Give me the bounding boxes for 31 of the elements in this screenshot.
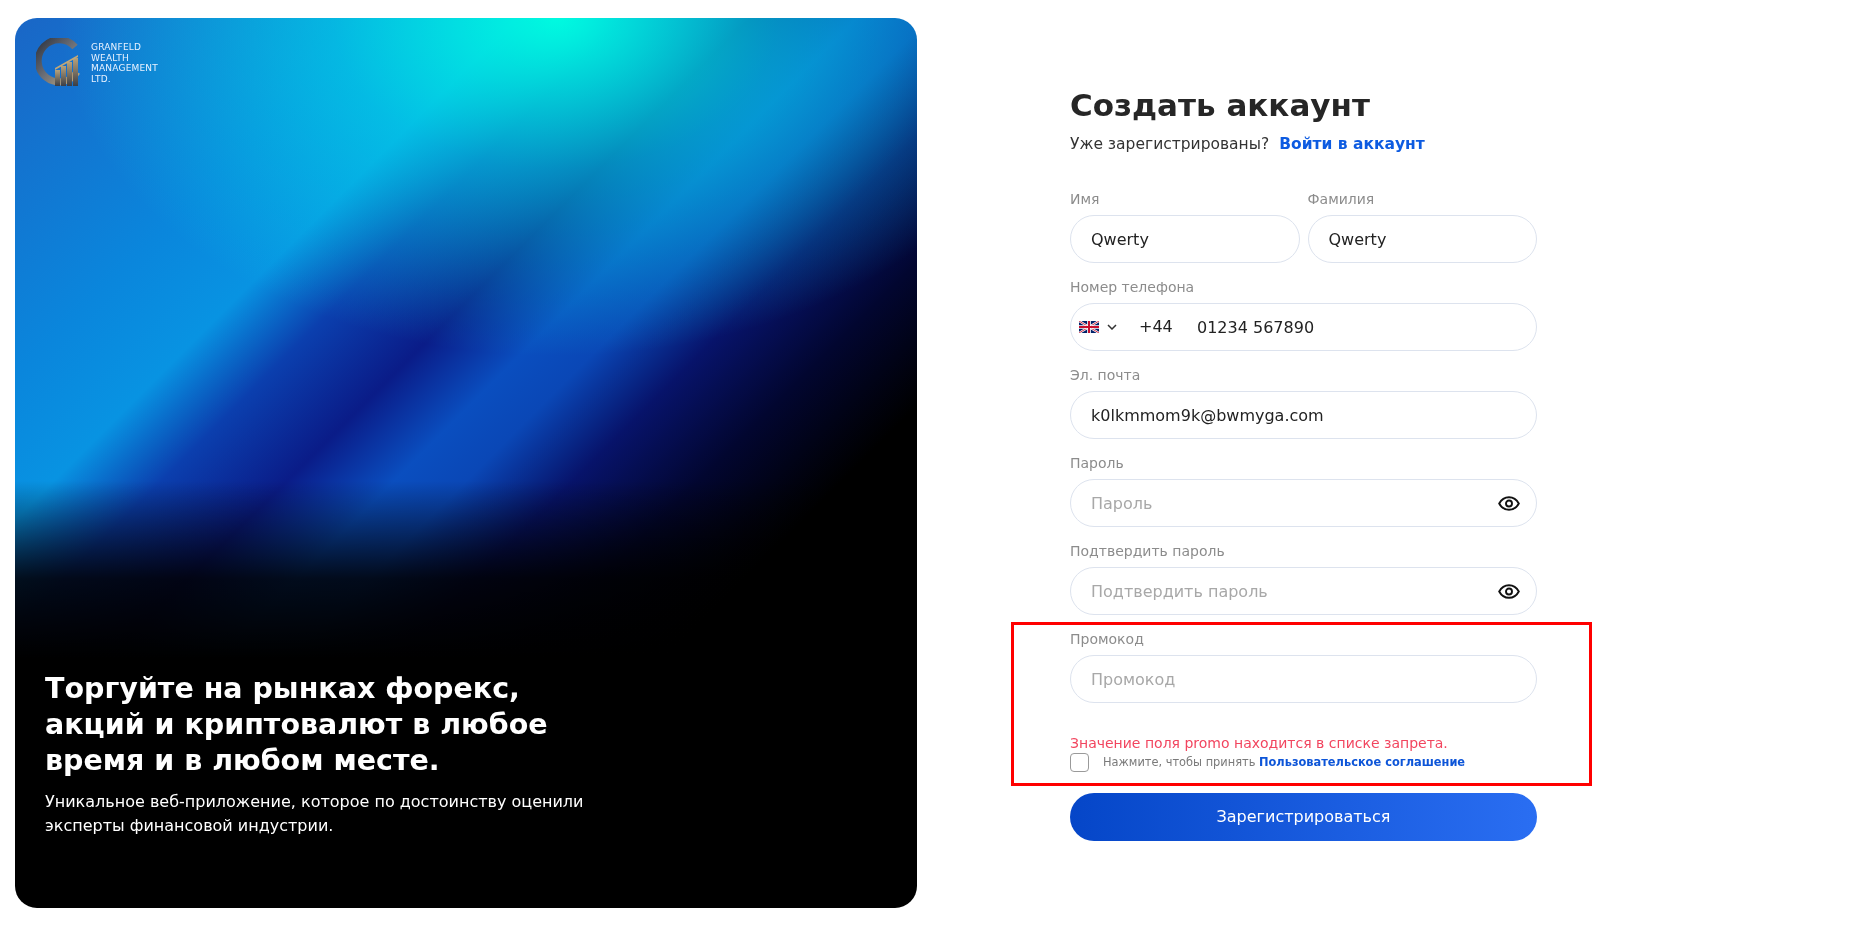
field-label: Имя — [1070, 191, 1101, 208]
login-link[interactable]: Войти в аккаунт — [1279, 135, 1425, 153]
field-label: Фамилия — [1307, 191, 1376, 208]
email-field[interactable]: k0lkmmom9k@bwmyga.com — [1070, 391, 1537, 439]
logo-icon — [36, 38, 82, 88]
error-message: Значение поля promo находится в списке запрета. — [1070, 735, 1449, 751]
tagline: Уникальное веб-приложение, которое по достоинству оценили эксперты финансовой индустрии. — [45, 791, 585, 837]
eye-icon[interactable] — [1498, 496, 1520, 511]
first-name-field[interactable]: Qwerty — [1070, 215, 1300, 263]
form-title: Создать аккаунт — [1070, 87, 1371, 123]
agreement-checkbox[interactable] — [1070, 753, 1089, 772]
field-label: Номер телефона — [1070, 279, 1196, 296]
register-button[interactable]: Зарегистрироваться — [1070, 793, 1537, 841]
logo-text: GRANFELD WEALTH MANAGEMENT LTD. — [91, 42, 158, 84]
agreement-link[interactable]: Пользовательское соглашение — [1259, 755, 1466, 769]
country-code: +44 — [1139, 317, 1173, 337]
headline: Торгуйте на рынках форекс, акций и криптовалют в любое время и в любом месте. — [45, 671, 549, 779]
password-field[interactable]: Подтвердить пароль — [1070, 567, 1537, 615]
field-label: Промокод — [1070, 631, 1145, 648]
field-label: Эл. почта — [1070, 367, 1142, 384]
eye-icon[interactable] — [1498, 584, 1520, 599]
password-field[interactable]: Пароль — [1070, 479, 1537, 527]
promo-code-field[interactable]: Промокод — [1070, 655, 1537, 703]
field-label: Подтвердить пароль — [1070, 543, 1226, 560]
country-selector[interactable] — [1079, 321, 1117, 333]
flag-icon — [1079, 321, 1099, 333]
chevron-down-icon — [1107, 324, 1117, 330]
last-name-field[interactable]: Qwerty — [1307, 215, 1537, 263]
agreement-text: Нажмите, чтобы принять Пользовательское соглашение — [1103, 755, 1466, 770]
field-label: Пароль — [1070, 455, 1125, 472]
login-prompt: Уже зарегистрированы? — [1070, 135, 1270, 153]
